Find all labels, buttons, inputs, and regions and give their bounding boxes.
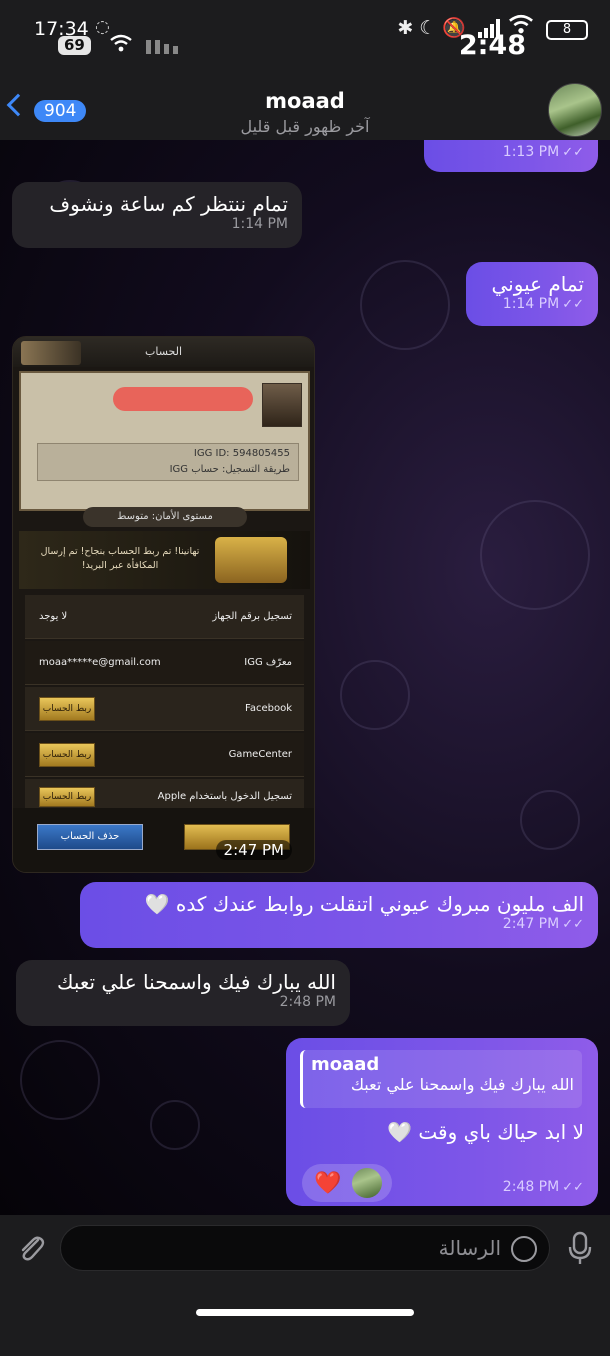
- message-text: الله يبارك فيك واسمحنا علي تعبك: [57, 970, 336, 994]
- game-row: Facebook ربط الحساب: [25, 687, 304, 731]
- row-value: moaa*****e@gmail.com: [39, 657, 161, 668]
- row-label: تسجيل الدخول باستخدام Apple: [157, 791, 292, 802]
- game-topbar: الحساب: [13, 337, 314, 367]
- message-text: تمام عيوني: [491, 272, 585, 296]
- message-text: لا ابد حياك باي وقت 🤍: [387, 1120, 584, 1144]
- message-text: تمام ننتظر كم ساعة ونشوف: [49, 192, 288, 216]
- chat-notification-icon: ◌: [95, 17, 110, 37]
- igg-id: IGG ID: 594805455: [193, 448, 290, 459]
- read-check-icon: ✓✓: [562, 1180, 584, 1195]
- pattern-doodle: [20, 1040, 100, 1120]
- chat-header: 904 moaad آخر ظهور قبل قليل: [0, 75, 610, 145]
- image-message[interactable]: الحساب IGG ID: 594805455 طريقة التسجيل: …: [12, 336, 315, 873]
- reward-text: تهانينا! تم ربط الحساب بنجاح! تم إرسال ا…: [40, 546, 200, 571]
- hero-portrait-icon: [262, 383, 302, 427]
- reward-banner: تهانينا! تم ربط الحساب بنجاح! تم إرسال ا…: [19, 531, 310, 589]
- message-time: 1:14 PM: [231, 216, 288, 232]
- home-indicator: [196, 1309, 414, 1316]
- overlay-clock: 2:48: [458, 30, 526, 61]
- bind-button: ربط الحساب: [39, 787, 95, 807]
- message-input[interactable]: [81, 1226, 501, 1270]
- redacted-name: [113, 387, 253, 411]
- message-field[interactable]: [60, 1225, 550, 1271]
- security-level: مستوى الأمان: متوسط: [83, 507, 247, 527]
- reply-text: الله يبارك فيك واسمحنا علي تعبك: [350, 1075, 574, 1094]
- treasure-chest-icon: [215, 537, 287, 583]
- message-text: الف مليون مبروك عيوني اتنقلت روابط عندك …: [144, 892, 584, 916]
- bind-button: ربط الحساب: [39, 743, 95, 767]
- game-row: تسجيل الدخول باستخدام Apple ربط الحساب: [25, 779, 304, 809]
- message-time: 1:14 PM ✓✓: [502, 296, 584, 312]
- reply-quote[interactable]: moaad الله يبارك فيك واسمحنا علي تعبك: [300, 1050, 582, 1108]
- row-value: لا يوجد: [39, 611, 68, 622]
- message-input-bar: [0, 1215, 610, 1356]
- register-method: طريقة التسجيل: حساب IGG: [169, 464, 290, 475]
- reactor-avatar: [352, 1168, 382, 1198]
- microphone-icon[interactable]: [568, 1231, 592, 1265]
- pattern-doodle: [340, 660, 410, 730]
- heart-reaction-icon: ❤️: [314, 1171, 342, 1196]
- pattern-doodle: [150, 1100, 200, 1150]
- message-bubble-outgoing-reply[interactable]: moaad الله يبارك فيك واسمحنا علي تعبك لا…: [286, 1038, 598, 1206]
- signal-strength-icon: [146, 38, 182, 54]
- game-account-panel: IGG ID: 594805455 طريقة التسجيل: حساب IG…: [19, 371, 310, 511]
- message-bubble-outgoing[interactable]: تمام عيوني 1:14 PM ✓✓: [466, 262, 598, 326]
- battery-icon: 8: [546, 20, 588, 40]
- message-time: 2:48 PM: [279, 994, 336, 1010]
- row-label: تسجيل برقم الجهاز: [212, 611, 292, 622]
- message-time: 2:48 PM ✓✓: [502, 1179, 584, 1195]
- game-row: تسجيل برقم الجهاز لا يوجد: [25, 595, 304, 639]
- wifi-icon: [110, 34, 132, 57]
- message-bubble-incoming[interactable]: تمام ننتظر كم ساعة ونشوف 1:14 PM: [12, 182, 302, 248]
- message-bubble-outgoing[interactable]: الف مليون مبروك عيوني اتنقلت روابط عندك …: [80, 882, 598, 948]
- contact-last-seen: آخر ظهور قبل قليل: [240, 117, 370, 136]
- message-bubble-incoming[interactable]: الله يبارك فيك واسمحنا علي تعبك 2:48 PM: [16, 960, 350, 1026]
- reply-sender-name: moaad: [311, 1054, 380, 1075]
- notification-badge: 69: [58, 36, 91, 55]
- message-time: 2:47 PM ✓✓: [502, 916, 584, 932]
- read-check-icon: ✓✓: [562, 145, 584, 160]
- game-row: معرّف IGG moaa*****e@gmail.com: [25, 641, 304, 685]
- delete-account-button: حذف الحساب: [37, 824, 143, 850]
- message-time: 1:13 PM ✓✓: [502, 144, 584, 160]
- paperclip-icon[interactable]: [14, 1231, 48, 1265]
- message-bubble-outgoing[interactable]: 1:13 PM ✓✓: [424, 140, 598, 172]
- game-account-info: IGG ID: 594805455 طريقة التسجيل: حساب IG…: [37, 443, 299, 481]
- pattern-doodle: [520, 790, 580, 850]
- status-bar: 17:34 ◌ 69 ✱☾🔕 8 2:48: [0, 0, 610, 75]
- bind-button: ربط الحساب: [39, 697, 95, 721]
- row-label: Facebook: [245, 703, 292, 714]
- contact-avatar[interactable]: [548, 83, 602, 137]
- contact-name[interactable]: moaad: [0, 89, 610, 113]
- pattern-doodle: [480, 500, 590, 610]
- sticker-icon[interactable]: [511, 1236, 537, 1262]
- reaction-pill[interactable]: ❤️: [302, 1164, 392, 1202]
- game-title: الحساب: [144, 345, 183, 358]
- row-label: معرّف IGG: [244, 657, 292, 668]
- image-timestamp: 2:47 PM: [215, 840, 292, 860]
- pattern-doodle: [360, 260, 450, 350]
- read-check-icon: ✓✓: [562, 297, 584, 312]
- game-row: GameCenter ربط الحساب: [25, 733, 304, 777]
- read-check-icon: ✓✓: [562, 917, 584, 932]
- row-label: GameCenter: [228, 749, 292, 760]
